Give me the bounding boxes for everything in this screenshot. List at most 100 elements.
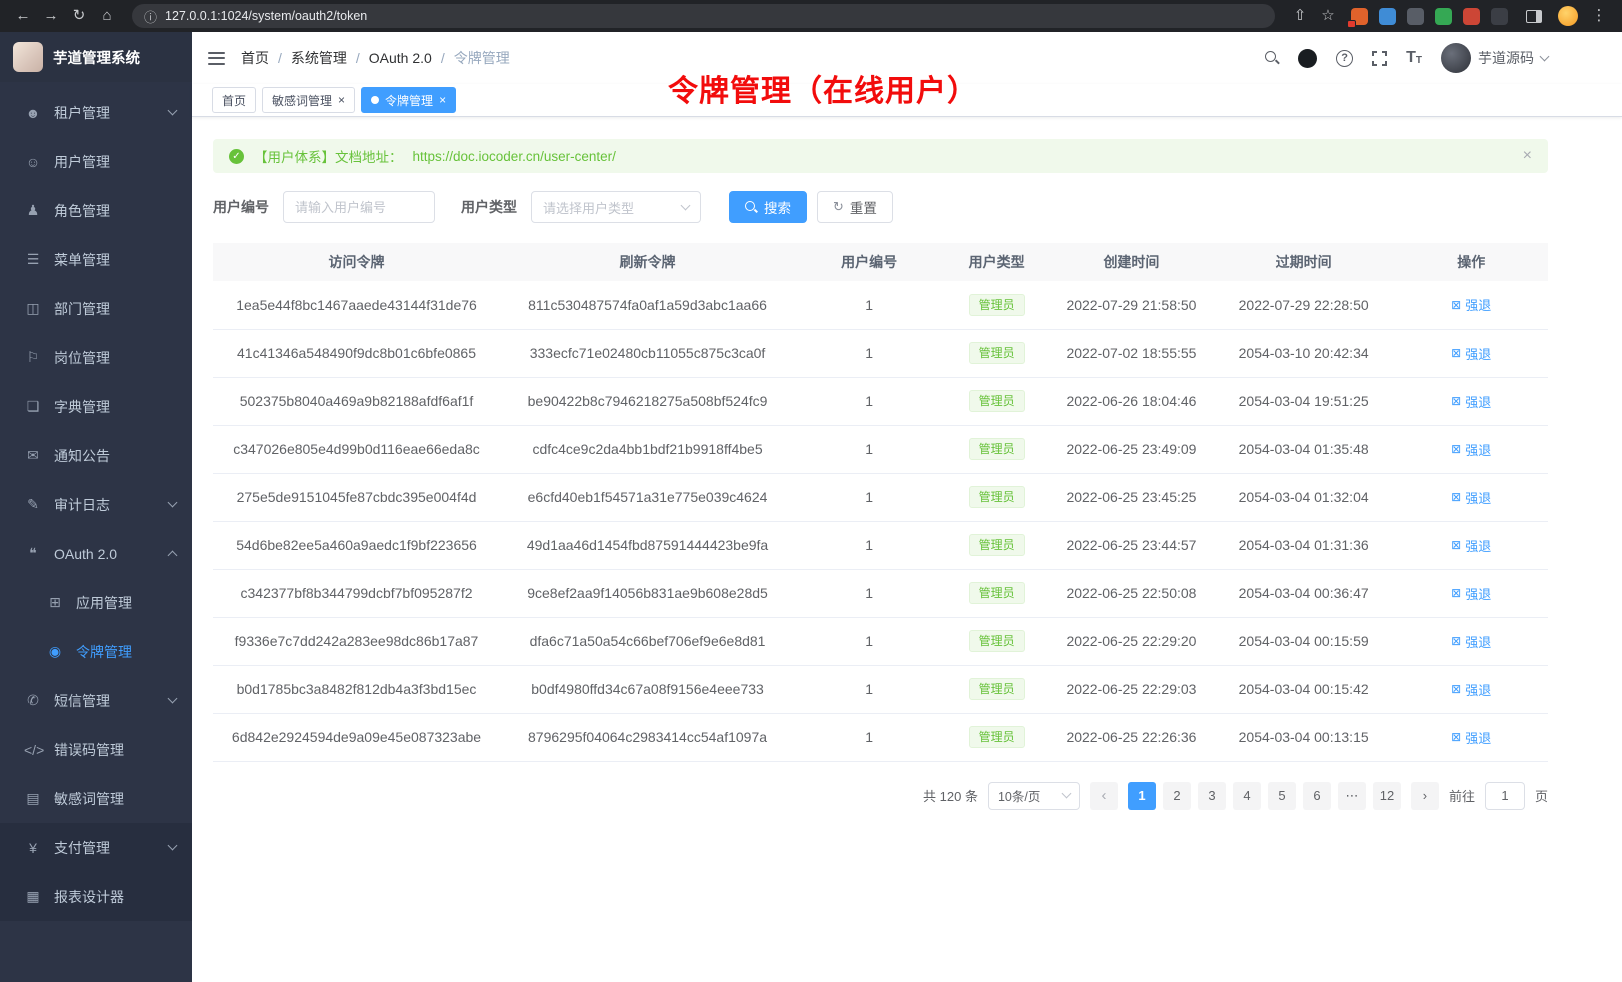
app-logo[interactable]: 芋道管理系统 [0, 32, 192, 82]
header-actions: ? TT 芋道源码 [1265, 43, 1548, 73]
user-menu[interactable]: 芋道源码 [1441, 43, 1548, 73]
force-logout-button[interactable]: ⊠强退 [1451, 680, 1491, 699]
sidebar-item-sms[interactable]: ✆短信管理 [0, 676, 192, 725]
sidebar-item-role[interactable]: ♟角色管理 [0, 186, 192, 235]
sidebar-item-app[interactable]: ⊞应用管理 [0, 578, 192, 627]
info-icon[interactable]: ⓘ [144, 7, 157, 26]
create-time-cell: 2022-06-25 23:45:25 [1050, 473, 1213, 521]
sidebar-item-pay[interactable]: ¥支付管理 [0, 823, 192, 872]
bookmark-star-icon[interactable]: ☆ [1315, 0, 1341, 32]
puzzle-extension[interactable] [1463, 8, 1480, 25]
sidebar-item-label: 报表设计器 [54, 887, 124, 907]
action-cell: ⊠强退 [1394, 425, 1548, 473]
tab-sensitive[interactable]: 敏感词管理× [262, 87, 355, 113]
force-logout-button[interactable]: ⊠强退 [1451, 392, 1491, 411]
page-size-select[interactable]: 10条/页 [988, 782, 1080, 810]
font-size-icon[interactable]: TT [1406, 50, 1422, 66]
side-panel-icon[interactable] [1526, 10, 1542, 23]
doc-link[interactable]: https://doc.iocoder.cn/user-center/ [413, 149, 616, 164]
forward-icon[interactable]: → [38, 0, 64, 32]
sidebar-item-dept[interactable]: ◫部门管理 [0, 284, 192, 333]
sidebar-item-label: 岗位管理 [54, 348, 110, 368]
main-area: 首页/系统管理/OAuth 2.0/令牌管理 ? TT 芋道源码 首页敏感词管理… [192, 32, 1622, 982]
sidebar-item-menu[interactable]: ☰菜单管理 [0, 235, 192, 284]
tab-home[interactable]: 首页 [212, 87, 256, 113]
sidebar-item-tenant[interactable]: ☻租户管理 [0, 88, 192, 137]
sidebar-item-token[interactable]: ◉令牌管理 [0, 627, 192, 676]
sidebar-collapse-icon[interactable] [208, 52, 225, 65]
reload-icon[interactable]: ↻ [66, 0, 92, 32]
user-type-tag: 管理员 [969, 294, 1025, 316]
page-button-3[interactable]: 3 [1198, 782, 1226, 810]
sidebar-menu: ☻租户管理☺用户管理♟角色管理☰菜单管理◫部门管理⚐岗位管理❏字典管理✉通知公告… [0, 82, 192, 921]
sidebar-item-audit-log[interactable]: ✎审计日志 [0, 480, 192, 529]
breadcrumb-item[interactable]: 系统管理 [291, 48, 347, 68]
reset-button[interactable]: ↻ 重置 [817, 191, 893, 223]
search-button[interactable]: 搜索 [729, 191, 807, 223]
prev-page-button[interactable]: ‹ [1090, 782, 1118, 810]
extension-badge-icon [1347, 20, 1356, 28]
sidebar-item-notice[interactable]: ✉通知公告 [0, 431, 192, 480]
user-id-cell: 1 [795, 473, 943, 521]
grid-extension[interactable] [1351, 8, 1368, 25]
user-type-cell: 管理员 [943, 569, 1050, 617]
sidebar-item-report[interactable]: ▦报表设计器 [0, 872, 192, 921]
user-type-select[interactable]: 请选择用户类型 [531, 191, 701, 223]
share-icon[interactable]: ⇧ [1287, 0, 1313, 32]
force-logout-button[interactable]: ⊠强退 [1451, 488, 1491, 507]
page-button-12[interactable]: 12 [1373, 782, 1401, 810]
fullscreen-icon[interactable] [1372, 51, 1387, 66]
breadcrumb-item[interactable]: 首页 [241, 48, 269, 68]
page-ellipsis[interactable]: ⋯ [1338, 782, 1366, 810]
action-cell: ⊠强退 [1394, 329, 1548, 377]
back-icon[interactable]: ← [10, 0, 36, 32]
force-logout-button[interactable]: ⊠强退 [1451, 584, 1491, 603]
breadcrumb-item[interactable]: OAuth 2.0 [369, 50, 432, 66]
drop-extension[interactable] [1379, 8, 1396, 25]
force-logout-button[interactable]: ⊠强退 [1451, 344, 1491, 363]
table-row: 6d842e2924594de9a09e45e087323abe8796295f… [213, 713, 1548, 761]
font-size-small-glyph: T [1416, 56, 1422, 66]
column-header: 创建时间 [1050, 243, 1213, 281]
tab-token[interactable]: 令牌管理× [361, 87, 456, 113]
force-logout-button[interactable]: ⊠强退 [1451, 295, 1491, 314]
page-button-5[interactable]: 5 [1268, 782, 1296, 810]
page-button-4[interactable]: 4 [1233, 782, 1261, 810]
user-id-input[interactable] [283, 191, 435, 223]
home-icon[interactable]: ⌂ [94, 0, 120, 32]
close-icon[interactable]: × [439, 94, 446, 106]
browser-menu-icon[interactable]: ⋮ [1586, 0, 1612, 32]
force-logout-button[interactable]: ⊠强退 [1451, 440, 1491, 459]
next-page-button[interactable]: › [1411, 782, 1439, 810]
close-icon[interactable]: × [338, 94, 345, 106]
page-button-2[interactable]: 2 [1163, 782, 1191, 810]
page-button-6[interactable]: 6 [1303, 782, 1331, 810]
column-header: 用户编号 [795, 243, 943, 281]
sidebar-item-sensitive[interactable]: ▤敏感词管理 [0, 774, 192, 823]
action-cell: ⊠强退 [1394, 665, 1548, 713]
sidebar-item-user[interactable]: ☺用户管理 [0, 137, 192, 186]
goto-page-input[interactable] [1485, 782, 1525, 810]
sidebar-item-label: OAuth 2.0 [54, 546, 117, 562]
help-icon[interactable]: ? [1336, 50, 1353, 67]
force-logout-label: 强退 [1465, 536, 1491, 555]
force-logout-button[interactable]: ⊠强退 [1451, 632, 1491, 651]
sidebar-item-dict[interactable]: ❏字典管理 [0, 382, 192, 431]
search-icon[interactable] [1265, 51, 1279, 65]
user-id-cell: 1 [795, 713, 943, 761]
alert-close-icon[interactable]: × [1523, 147, 1532, 165]
leaf-extension[interactable] [1435, 8, 1452, 25]
flag-extension[interactable] [1491, 8, 1508, 25]
force-logout-button[interactable]: ⊠强退 [1451, 728, 1491, 747]
browser-profile-avatar[interactable] [1558, 6, 1578, 26]
force-logout-button[interactable]: ⊠强退 [1451, 536, 1491, 555]
page-button-1[interactable]: 1 [1128, 782, 1156, 810]
coin-extension[interactable] [1407, 8, 1424, 25]
sidebar-item-oauth2[interactable]: ❝OAuth 2.0 [0, 529, 192, 578]
github-icon[interactable] [1298, 49, 1317, 68]
address-bar[interactable]: ⓘ 127.0.0.1:1024/system/oauth2/token [132, 4, 1275, 28]
sidebar-item-post[interactable]: ⚐岗位管理 [0, 333, 192, 382]
user-id-label: 用户编号 [213, 197, 269, 217]
sidebar-item-errcode[interactable]: </>错误码管理 [0, 725, 192, 774]
table-row: 54d6be82ee5a460a9aedc1f9bf22365649d1aa46… [213, 521, 1548, 569]
